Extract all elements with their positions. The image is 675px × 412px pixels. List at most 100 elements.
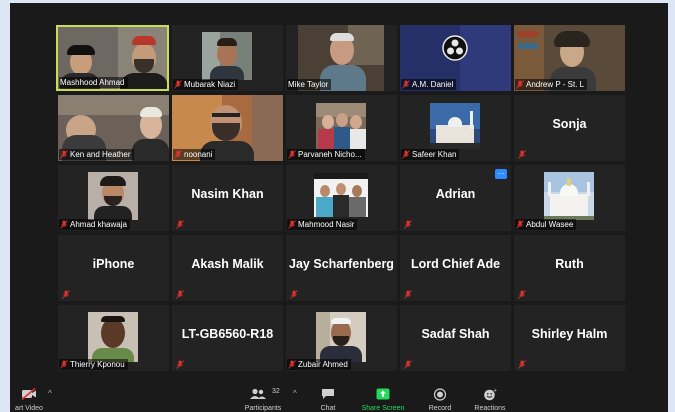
participant-tile[interactable]: Ken and Heather [58,95,169,161]
video-feed [314,173,368,217]
participant-name: Mubarak Niazi [184,80,236,89]
participant-tile[interactable]: Sadaf Shah [400,305,511,371]
participant-tile[interactable]: A.M. Daniel [400,25,511,91]
obs-logo-icon [442,35,468,61]
muted-mic-icon [288,150,296,159]
participant-name-label: Safeer Khan [401,149,460,160]
participant-tile[interactable]: Mike Taylor [286,25,397,91]
participant-name: A.M. Daniel [412,80,454,89]
reactions-label: Reactions [474,405,506,412]
participant-tile[interactable]: Abdul Wasee [514,165,625,231]
chat-label: Chat [320,405,336,412]
muted-mic-icon [176,220,184,229]
participant-name: Lord Chief Ade [410,257,501,271]
participant-tile[interactable]: Ahmad khawaja [58,165,169,231]
muted-mic-icon [404,360,412,369]
muted-mic-icon [60,220,68,229]
participant-name-label: noonani [173,149,216,160]
participant-tile[interactable]: Thierry Kponou [58,305,169,371]
participants-options-caret-icon[interactable]: ^ [293,389,297,398]
participants-button[interactable]: 32 Participants [240,385,286,412]
video-off-icon [21,388,36,400]
participant-name-label: A.M. Daniel [401,79,457,90]
share-screen-label: Share Screen [361,405,405,412]
participant-name: Adrian [435,187,476,201]
video-feed [316,312,366,362]
participant-name-label: Andrew P - St. L [515,79,588,90]
participant-name-label: Thierry Kponou [59,359,128,370]
muted-mic-icon [60,150,68,159]
participant-name-label: Zubair Ahmed [287,359,351,370]
participant-tile[interactable]: Jay Scharfenberg [286,235,397,301]
participant-name: Sadaf Shah [421,327,490,341]
participant-tile[interactable]: Mubarak Niazi [172,25,283,91]
participant-name-label: Ahmad khawaja [59,219,130,230]
muted-mic-icon [176,290,184,299]
muted-mic-icon [516,80,524,89]
participant-name: LT-GB6560-R18 [181,327,274,341]
participant-tile[interactable]: Zubair Ahmed [286,305,397,371]
muted-mic-icon [518,360,526,369]
participant-name: Jay Scharfenberg [289,257,394,271]
participant-name: Mahmood Nasir [298,220,355,229]
participant-name: Shirley Halm [531,327,608,341]
participant-tile[interactable]: Andrew P - St. L [514,25,625,91]
participant-tile[interactable]: LT-GB6560-R18 [172,305,283,371]
video-feed [430,103,480,149]
participant-tile[interactable]: noonani [172,95,283,161]
meeting-toolbar: art Video ^ 32 Participants ^ Chat Share… [10,385,668,412]
video-feed [544,172,594,220]
record-icon [433,388,447,401]
participant-name: Abdul Wasee [526,220,574,229]
participant-name-label: Mubarak Niazi [173,79,239,90]
participant-tile[interactable]: Nasim Khan [172,165,283,231]
participant-name-label: Parvaneh Nicho... [287,149,365,160]
participant-tile[interactable]: Shirley Halm [514,305,625,371]
participant-tile[interactable]: Lord Chief Ade [400,235,511,301]
participant-tile[interactable]: Ruth [514,235,625,301]
participant-name-label: Mike Taylor [287,79,332,90]
start-video-button[interactable]: art Video [10,385,48,412]
muted-mic-icon [62,290,70,299]
participant-name: Andrew P - St. L [526,80,585,89]
participant-name-label: Ken and Heather [59,149,134,160]
share-screen-button[interactable]: Share Screen [356,385,410,412]
video-feed [88,172,138,220]
participants-icon [250,388,267,399]
participant-name: Ken and Heather [70,150,131,159]
muted-mic-icon [518,290,526,299]
participant-tile[interactable]: Mashhood Ahmad [56,25,169,91]
meeting-window: Mashhood Ahmad Mubarak Niazi Mike Taylor [10,3,668,412]
muted-mic-icon [402,150,410,159]
participants-label: Participants [244,405,282,412]
more-options-icon[interactable]: ... [495,168,507,179]
participant-name: noonani [184,150,213,159]
participant-tile[interactable]: Sonja [514,95,625,161]
chat-icon [322,389,334,399]
participant-tile[interactable]: Parvaneh Nicho... [286,95,397,161]
participant-tile[interactable]: Safeer Khan [400,95,511,161]
muted-mic-icon [404,220,412,229]
start-video-label: art Video [15,405,43,412]
participant-name-label: Abdul Wasee [515,219,577,230]
record-button[interactable]: Record [420,385,460,412]
muted-mic-icon [60,360,68,369]
participant-tile[interactable]: Akash Malik [172,235,283,301]
chat-button[interactable]: Chat [310,385,346,412]
video-options-caret-icon[interactable]: ^ [48,389,52,398]
video-feed [316,103,366,149]
muted-mic-icon [290,290,298,299]
participant-name: Parvaneh Nicho... [298,150,362,159]
participant-tile[interactable]: Adrian ... [400,165,511,231]
participants-count: 32 [272,388,280,395]
reactions-button[interactable]: + Reactions [468,385,512,412]
participant-tile[interactable]: iPhone [58,235,169,301]
participant-tile[interactable]: Mahmood Nasir [286,165,397,231]
participant-name: Zubair Ahmed [298,360,348,369]
participant-name: Sonja [552,117,587,131]
participant-name: Safeer Khan [412,150,457,159]
participant-name: Akash Malik [191,257,264,271]
muted-mic-icon [174,150,182,159]
muted-mic-icon [404,290,412,299]
participant-name: Thierry Kponou [70,360,125,369]
